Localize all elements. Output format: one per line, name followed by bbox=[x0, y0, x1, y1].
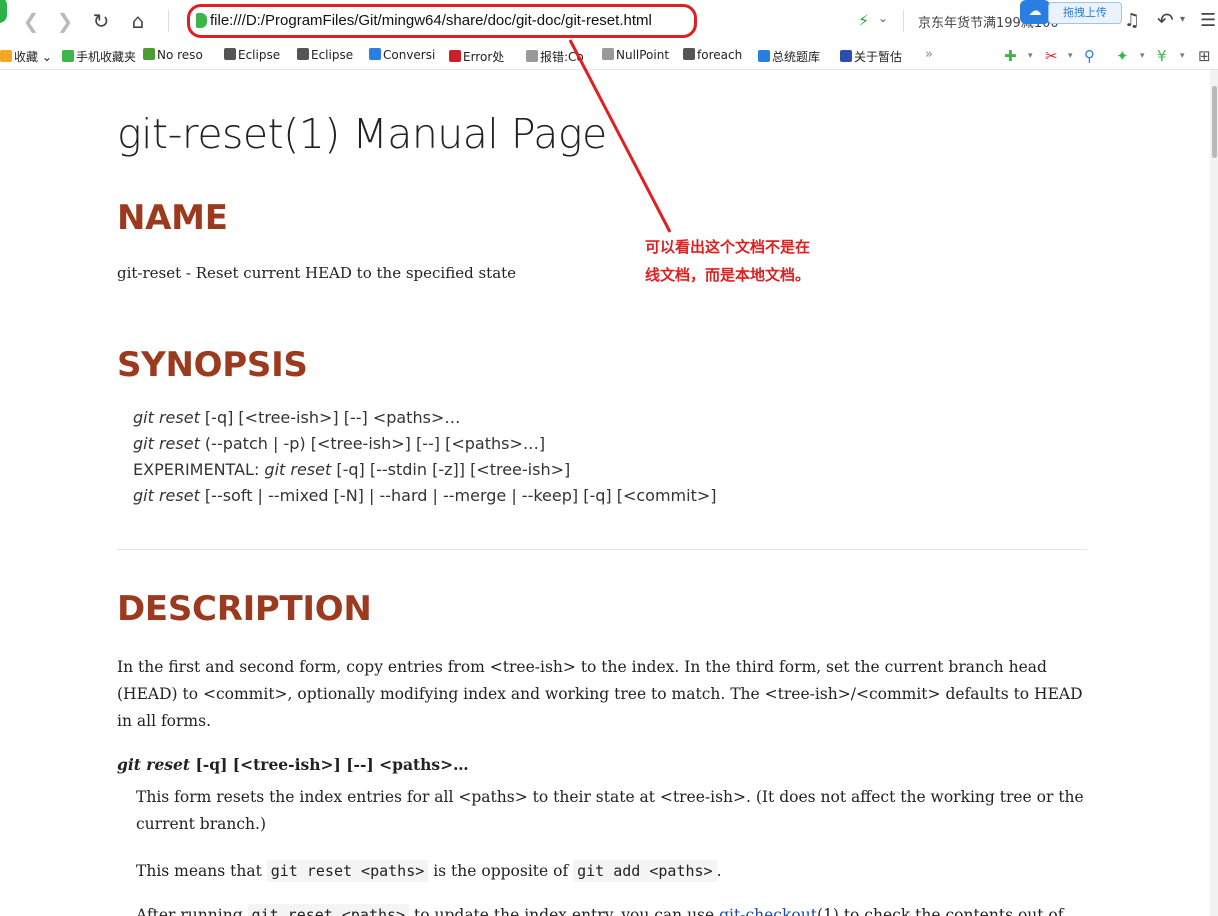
annotation-line bbox=[568, 39, 672, 233]
annotation-note: 可以看出这个文档不是在线文档，而是本地文档。 bbox=[645, 238, 811, 284]
annotation-arrow bbox=[568, 39, 672, 233]
